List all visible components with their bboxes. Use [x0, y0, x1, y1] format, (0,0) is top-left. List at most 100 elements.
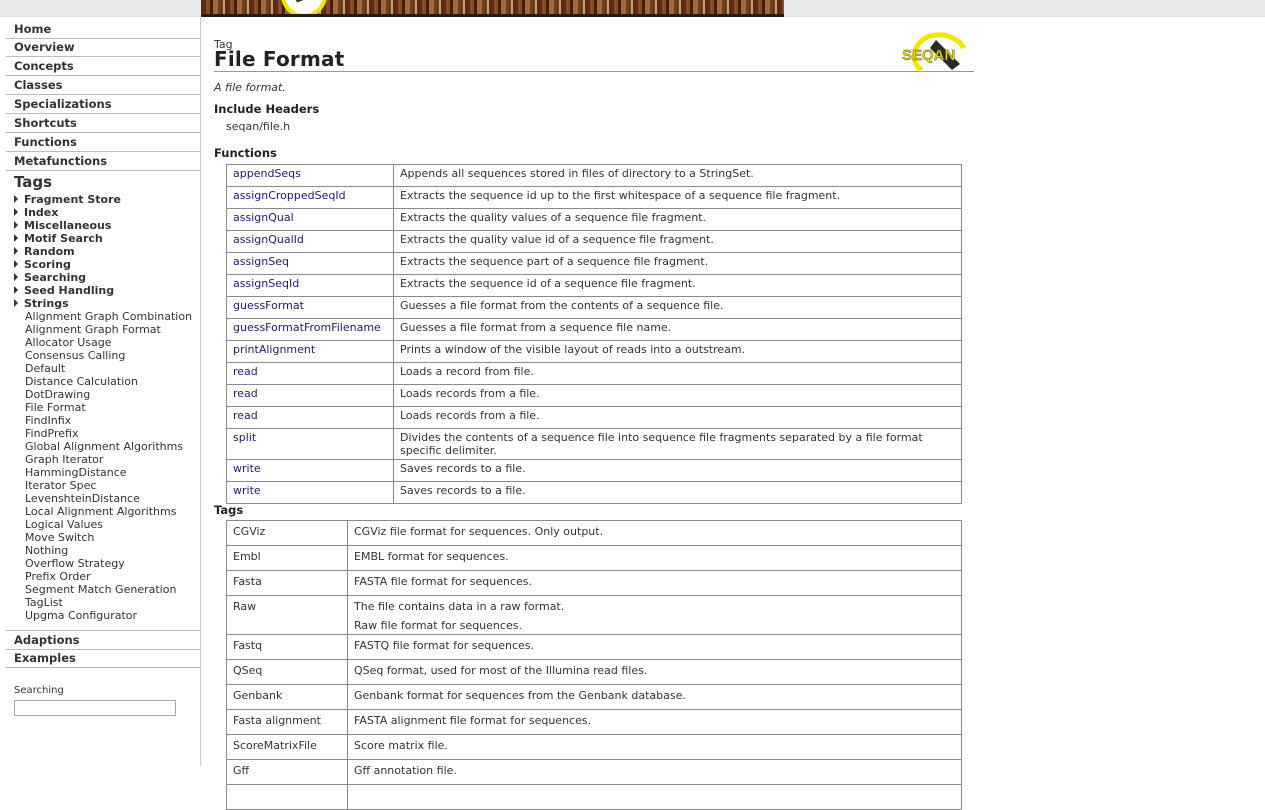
expand-triangle-icon[interactable] — [14, 221, 18, 229]
function-description: Extracts the sequence id up to the first… — [393, 186, 962, 209]
sidebar-item-shortcuts[interactable]: Shortcuts — [6, 114, 200, 133]
function-link[interactable]: assignQualId — [226, 230, 394, 253]
tag-link[interactable]: DotDrawing — [25, 388, 90, 401]
function-link[interactable]: assignSeqId — [226, 274, 394, 297]
expand-triangle-icon[interactable] — [14, 195, 18, 203]
tag-category-seed-handling[interactable]: Seed Handling — [14, 284, 114, 297]
tag-name[interactable]: QSeq — [226, 659, 348, 685]
function-description: Prints a window of the visible layout of… — [393, 340, 962, 363]
search-label: Searching — [14, 685, 64, 696]
tag-name[interactable]: CGViz — [226, 520, 348, 546]
sidebar-item-home[interactable]: Home — [6, 20, 200, 39]
function-link[interactable]: appendSeqs — [226, 164, 394, 187]
tag-link[interactable]: Segment Match Generation — [25, 583, 176, 596]
tag-name[interactable]: Genbank — [226, 684, 348, 710]
table-row: assignQual Extracts the quality values of… — [226, 208, 962, 231]
tag-category-motif-search[interactable]: Motif Search — [14, 232, 103, 245]
tag-name[interactable]: Fasta alignment — [226, 709, 348, 735]
tag-link[interactable]: Allocator Usage — [25, 336, 112, 349]
tag-name[interactable]: Fasta — [226, 570, 348, 596]
table-row: read Loads records from a file. — [226, 406, 962, 429]
tag-name[interactable]: ScoreMatrixFile — [226, 734, 348, 760]
sidebar-item-adaptions[interactable]: Adaptions — [6, 630, 200, 650]
tag-name[interactable]: Fastq — [226, 634, 348, 660]
sidebar-item-functions[interactable]: Functions — [6, 133, 200, 152]
expand-triangle-icon[interactable] — [14, 273, 18, 281]
tag-category-miscellaneous[interactable]: Miscellaneous — [14, 219, 111, 232]
tag-link[interactable]: LevenshteinDistance — [25, 492, 140, 505]
tag-link[interactable]: Distance Calculation — [25, 375, 138, 388]
tag-link[interactable]: Logical Values — [25, 518, 103, 531]
tag-name[interactable]: Raw — [226, 595, 348, 635]
tag-link[interactable]: TagList — [25, 596, 63, 609]
sidebar-item-classes[interactable]: Classes — [6, 76, 200, 95]
sidebar-item-overview[interactable]: Overview — [6, 38, 200, 57]
function-link[interactable]: guessFormatFromFilename — [226, 318, 394, 341]
tag-link[interactable]: HammingDistance — [25, 466, 127, 479]
tag-link[interactable]: Alignment Graph Combination — [25, 310, 192, 323]
tag-link[interactable]: Default — [25, 362, 65, 375]
tag-description-text: FASTA file format for sequences. — [354, 575, 533, 588]
tag-link[interactable]: Graph Iterator — [25, 453, 103, 466]
search-input[interactable] — [14, 700, 176, 716]
function-link[interactable]: write — [226, 459, 394, 482]
sidebar-item-metafunctions[interactable]: Metafunctions — [6, 152, 200, 171]
tag-link[interactable]: File Format — [25, 401, 86, 414]
tag-link[interactable]: FindInfix — [25, 414, 71, 427]
expand-triangle-icon[interactable] — [14, 234, 18, 242]
tag-category-index[interactable]: Index — [14, 206, 58, 219]
function-link[interactable]: read — [226, 406, 394, 429]
expand-triangle-icon[interactable] — [14, 208, 18, 216]
expand-triangle-icon[interactable] — [14, 286, 18, 294]
function-link[interactable]: write — [226, 481, 394, 504]
header-banner-image — [201, 0, 784, 17]
tag-description: Gff annotation file. — [347, 759, 962, 785]
function-link[interactable]: read — [226, 362, 394, 385]
function-description: Loads records from a file. — [393, 384, 962, 407]
table-row: Genbank Genbank format for sequences from… — [226, 684, 962, 710]
tag-description-text: CGViz file format for sequences. Only ou… — [354, 525, 604, 538]
tag-name[interactable]: Embl — [226, 545, 348, 571]
tag-name[interactable]: Gff — [226, 759, 348, 785]
tag-category-random[interactable]: Random — [14, 245, 75, 258]
tag-link[interactable]: Move Switch — [25, 531, 94, 544]
tag-category-fragment-store[interactable]: Fragment Store — [14, 193, 121, 206]
tag-link[interactable]: Overflow Strategy — [25, 557, 125, 570]
tag-link[interactable]: Consensus Calling — [25, 349, 125, 362]
tag-category-scoring[interactable]: Scoring — [14, 258, 71, 271]
tag-link[interactable]: FindPrefix — [25, 427, 78, 440]
sidebar-item-concepts[interactable]: Concepts — [6, 57, 200, 76]
sidebar-item-label: Concepts — [14, 59, 74, 73]
function-link[interactable]: printAlignment — [226, 340, 394, 363]
tag-link[interactable]: Prefix Order — [25, 570, 91, 583]
tag-description: CGViz file format for sequences. Only ou… — [347, 520, 962, 546]
sidebar-item-specializations[interactable]: Specializations — [6, 95, 200, 114]
tag-link[interactable]: Iterator Spec — [25, 479, 96, 492]
tag-name[interactable] — [226, 784, 348, 810]
title-divider — [214, 71, 974, 72]
tag-description: QSeq format, used for most of the Illumi… — [347, 659, 962, 685]
function-link[interactable]: assignSeq — [226, 252, 394, 275]
tag-link[interactable]: Nothing — [25, 544, 68, 557]
sidebar-item-examples[interactable]: Examples — [6, 649, 200, 668]
expand-triangle-icon[interactable] — [14, 260, 18, 268]
function-link[interactable]: guessFormat — [226, 296, 394, 319]
table-row: assignCroppedSeqId Extracts the sequence … — [226, 186, 962, 209]
tag-link[interactable]: Local Alignment Algorithms — [25, 505, 176, 518]
tag-category-searching[interactable]: Searching — [14, 271, 86, 284]
tag-link[interactable]: Upgma Configurator — [25, 609, 137, 622]
function-link[interactable]: assignQual — [226, 208, 394, 231]
tag-link[interactable]: Global Alignment Algorithms — [25, 440, 183, 453]
function-link[interactable]: read — [226, 384, 394, 407]
tag-link[interactable]: Alignment Graph Format — [25, 323, 161, 336]
tag-category-label: Scoring — [24, 258, 71, 271]
table-row: read Loads a record from file. — [226, 362, 962, 385]
expand-triangle-icon[interactable] — [14, 247, 18, 255]
table-row: guessFormatFromFilename Guesses a file fo… — [226, 318, 962, 341]
function-link[interactable]: split — [226, 428, 394, 460]
tag-category-strings[interactable]: Strings — [14, 297, 69, 310]
tag-description-text: The file contains data in a raw format. — [354, 600, 565, 613]
expand-triangle-icon[interactable] — [14, 299, 18, 307]
function-link[interactable]: assignCroppedSeqId — [226, 186, 394, 209]
function-description: Guesses a file format from a sequence fi… — [393, 318, 962, 341]
